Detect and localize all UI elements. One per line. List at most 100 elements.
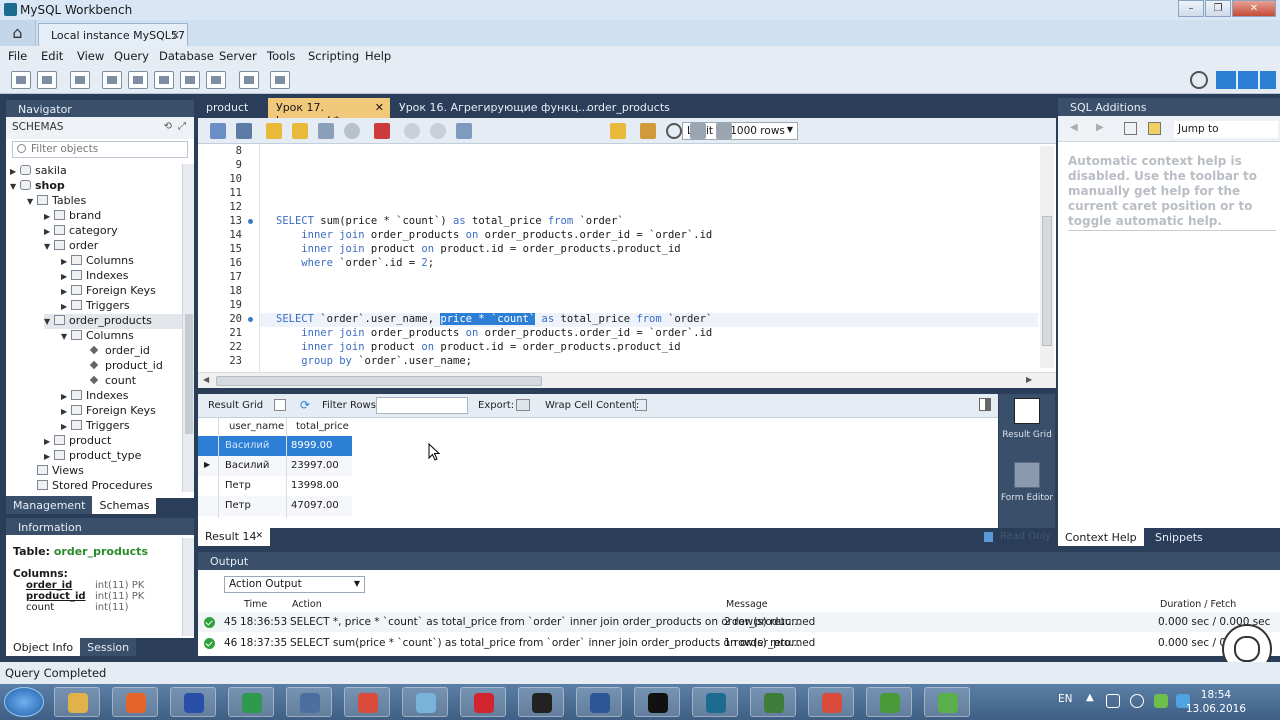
tab-result-14[interactable]: Result 14 ✕ [198,528,270,546]
sql-editor[interactable]: 8 9 10 11 12 13 14 15 16 17 18 19 20 21 22 23 SELECT su… [198,144,1056,372]
toggle-sidebar-icon[interactable] [1216,71,1236,89]
cell-total-price[interactable]: 47097.00 [291,500,339,511]
app-search-taskbar-button[interactable] [402,687,448,717]
explain-icon[interactable] [318,123,334,139]
create-schema-icon[interactable] [102,71,122,89]
expand-arrow-icon[interactable]: ▶ [44,227,54,236]
tree-item[interactable]: order_id [78,344,184,359]
tree-item[interactable]: ▼ shop [10,179,184,194]
tree-item[interactable]: ▶ Indexes [61,269,184,284]
tree-item[interactable]: ▼ Tables [27,194,184,209]
minimize-button[interactable]: – [1178,0,1204,17]
execute-current-icon[interactable] [292,123,308,139]
tab-context-help[interactable]: Context Help [1058,528,1144,546]
expand-arrow-icon[interactable]: ▼ [61,332,71,341]
tab-schemas[interactable]: Schemas [92,496,157,514]
toggle-error-continue-icon[interactable] [374,123,390,139]
tree-item[interactable]: ▼ Columns [61,329,184,344]
refresh-schemas-icon[interactable]: ⟲ [164,121,172,132]
expand-arrow-icon[interactable]: ▶ [44,437,54,446]
maximize-button[interactable]: ❐ [1205,0,1231,17]
clock[interactable]: 18:54 13.06.2016 [1186,688,1246,716]
start-orb-taskbar-button[interactable] [4,687,44,717]
app-circle-taskbar-button[interactable] [518,687,564,717]
editor-vscroll-thumb[interactable] [1042,216,1052,346]
menu-database[interactable]: Database [159,49,214,63]
menu-server[interactable]: Server [219,49,257,63]
add-snippet-icon[interactable] [610,123,626,139]
result-grid-side-label[interactable]: Result Grid [999,431,1055,440]
grid-icon[interactable] [274,399,286,411]
tree-item[interactable]: ▶ Triggers [61,419,184,434]
information-scrollbar[interactable] [182,538,194,636]
app-computer-taskbar-button[interactable] [286,687,332,717]
editor-tab-lesson16[interactable]: Урок 16. Агрегирующие функц... [391,98,597,118]
expand-arrow-icon[interactable]: ▶ [61,407,71,416]
tree-item[interactable]: Stored Procedures [27,479,184,492]
firefox-taskbar-button[interactable] [112,687,158,717]
menu-tools[interactable]: Tools [267,49,295,63]
beautify-icon[interactable] [640,123,656,139]
tree-item[interactable]: ▶ product_type [44,449,184,464]
scroll-left-icon[interactable]: ◀ [203,375,209,384]
expand-arrow-icon[interactable]: ▶ [61,287,71,296]
expand-arrow-icon[interactable]: ▶ [61,392,71,401]
tray-arrow-icon[interactable]: ▲ [1086,692,1094,703]
expand-arrow-icon[interactable]: ▶ [10,167,20,176]
refresh-icon[interactable]: ⟳ [300,399,314,411]
expand-arrow-icon[interactable]: ▶ [61,422,71,431]
tree-item[interactable]: ▶ Foreign Keys [61,284,184,299]
menu-scripting[interactable]: Scripting [308,49,359,63]
menu-file[interactable]: File [8,49,27,63]
navigator-scrollbar[interactable] [182,164,194,492]
tree-item[interactable]: product_id [78,359,184,374]
app-monitor-taskbar-button[interactable] [750,687,796,717]
toggle-output-icon[interactable] [1238,71,1258,89]
open-sql-script-icon[interactable] [37,71,57,89]
expand-arrow-icon[interactable]: ▶ [44,452,54,461]
tree-item[interactable]: ▶ Foreign Keys [61,404,184,419]
menu-view[interactable]: View [77,49,104,63]
result-grid-icon[interactable] [1014,398,1040,424]
expand-arrow-icon[interactable]: ▶ [44,212,54,221]
app-red-taskbar-button[interactable] [808,687,854,717]
expand-arrow-icon[interactable]: ▼ [10,182,20,191]
filter-rows-input[interactable] [376,397,468,414]
close-tab-icon[interactable]: x [172,28,179,41]
create-function-icon[interactable] [206,71,226,89]
expand-arrow-icon[interactable]: ▶ [61,272,71,281]
column-header[interactable]: total_price [296,421,349,432]
manual-help-icon[interactable] [1124,122,1137,135]
toggle-secondary-sidebar-icon[interactable] [1260,71,1276,89]
app-c-green2-taskbar-button[interactable] [924,687,970,717]
execute-icon[interactable] [266,123,282,139]
word-taskbar-button[interactable] [576,687,622,717]
chrome-taskbar-button[interactable] [344,687,390,717]
cell-user-name[interactable]: Василий [225,460,269,471]
table-row[interactable]: ▶ Василий 23997.00 [198,456,352,476]
back-icon[interactable]: ◀ [1070,122,1078,133]
expand-arrow-icon[interactable]: ▼ [27,197,37,206]
forward-icon[interactable]: ▶ [1096,122,1104,133]
expand-arrow-icon[interactable]: ▶ [61,302,71,311]
volume-icon[interactable] [1106,694,1120,708]
app-c-green-taskbar-button[interactable] [866,687,912,717]
wrap-cell-icon[interactable] [635,399,647,411]
tab-management[interactable]: Management [6,496,93,514]
tree-item[interactable]: ▶ category [44,224,184,239]
reconnect-icon[interactable] [270,71,290,89]
tray-app-icon[interactable] [1154,694,1168,708]
editor-tab-homework[interactable]: Урок 17. homework* ✕ [268,98,390,127]
tree-item[interactable]: ▶ product [44,434,184,449]
tree-item[interactable]: ▼ order [44,239,184,254]
menu-help[interactable]: Help [365,49,391,63]
rollback-icon[interactable] [430,123,446,139]
jump-to-select[interactable]: Jump to [1174,121,1278,138]
form-editor-icon[interactable] [1014,462,1040,488]
tree-item[interactable]: ▶ Indexes [61,389,184,404]
search-table-data-icon[interactable] [239,71,259,89]
output-row[interactable]: 46 18:37:35 SELECT sum(price * `count`) as… [198,633,1280,653]
terminal-taskbar-button[interactable] [634,687,680,717]
create-procedure-icon[interactable] [180,71,200,89]
filter-objects-input[interactable]: Filter objects [12,141,188,158]
